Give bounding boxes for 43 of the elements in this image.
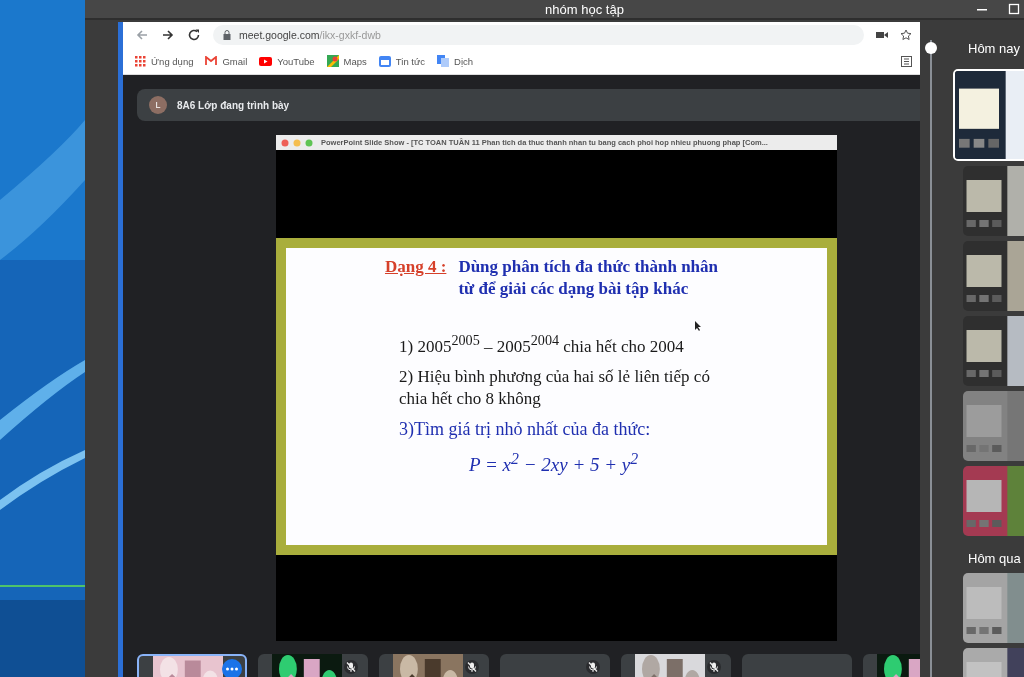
star-icon[interactable] xyxy=(900,29,912,41)
lock-icon xyxy=(223,30,231,40)
play-icon xyxy=(259,56,273,66)
bookmark-link[interactable]: Gmail xyxy=(205,55,248,67)
more-icon[interactable] xyxy=(222,659,242,677)
presenting-text: 8A6 Lớp đang trình bày xyxy=(177,99,290,111)
bookmark-link[interactable]: Tin tức xyxy=(378,55,426,67)
back-icon[interactable] xyxy=(135,28,149,42)
exercise-text: 3)Tìm giá trị nhỏ nhất của đa thức: xyxy=(399,417,652,440)
exercise-text: 1) 2005$^{2005}$ – 2005$^{2004}$ chia hết cho 2004 xyxy=(399,331,685,358)
image-thumbnail[interactable] xyxy=(963,391,1024,461)
slide-tag: Dạng 4 : xyxy=(384,257,447,299)
image-thumbnail[interactable] xyxy=(963,573,1024,643)
maximize-icon[interactable] xyxy=(1008,3,1020,15)
envelope-icon xyxy=(205,56,218,66)
reading-list-icon[interactable] xyxy=(901,55,912,67)
window-title: nhóm học tập xyxy=(545,1,624,17)
reload-icon[interactable] xyxy=(187,28,201,42)
bookmark-link[interactable]: YouTube xyxy=(259,55,315,67)
translate-icon xyxy=(437,55,450,67)
forward-icon[interactable] xyxy=(161,28,175,42)
image-thumbnail[interactable] xyxy=(963,166,1024,236)
apps-grid-icon xyxy=(135,55,146,67)
slide-heading: Dùng phân tích đa thức thành nhân xyxy=(458,257,718,277)
timeline-dot xyxy=(925,42,937,54)
slide-heading: từ để giải các dạng bài tập khác xyxy=(458,279,690,299)
date-heading: Hôm qua xyxy=(968,550,1021,566)
bookmark-link[interactable]: Dịch xyxy=(437,55,474,67)
bookmark-link[interactable]: Ứng dụng xyxy=(135,55,194,67)
formula: P = x$^{2}$ − 2xy + 5 + y$^{2}$ xyxy=(468,448,640,476)
window-controls-icon[interactable] xyxy=(281,138,315,147)
image-thumbnail[interactable] xyxy=(963,241,1024,311)
date-heading: Hôm nay xyxy=(968,40,1021,56)
map-pin-icon xyxy=(326,55,339,67)
camera-icon[interactable] xyxy=(876,30,888,40)
image-thumbnail[interactable] xyxy=(963,316,1024,386)
address-bar[interactable]: meet.google.com/ikx-gxkf-dwb xyxy=(213,25,864,45)
bookmark-link[interactable]: Maps xyxy=(326,55,367,67)
exercise-text: 2) Hiệu bình phương của hai số lẻ liên tiếp có chia hết cho 8 không xyxy=(399,365,711,410)
avatar: L xyxy=(149,96,167,114)
cursor-icon xyxy=(695,321,702,331)
image-thumbnail[interactable] xyxy=(963,466,1024,536)
newspaper-icon xyxy=(378,55,391,67)
